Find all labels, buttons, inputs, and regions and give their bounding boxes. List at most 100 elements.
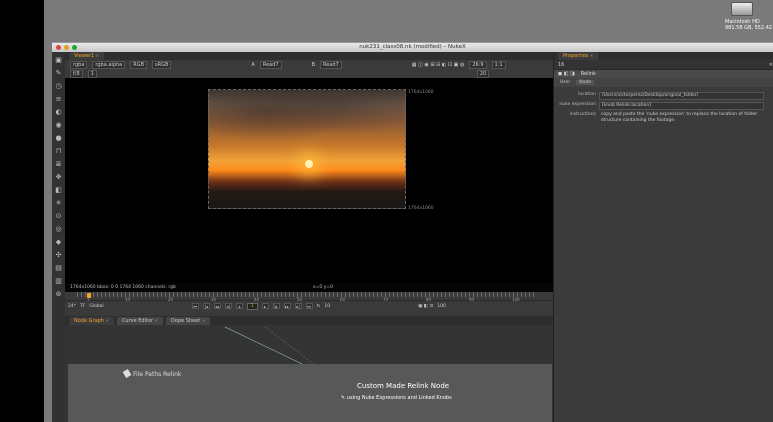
node-color-icon[interactable]: ◼ ◧ ◨	[558, 71, 575, 77]
expression-field[interactable]: [knob Relink.location]	[599, 102, 764, 110]
gain-field[interactable]: 1	[87, 69, 97, 78]
subtab-node[interactable]: Node	[576, 80, 595, 85]
current-frame-field[interactable]: 1	[246, 302, 258, 310]
format-label-bottom: 1764x1060	[408, 206, 434, 211]
tick-label: 100	[512, 297, 520, 302]
channel-tool-icon[interactable]: ≡	[54, 95, 63, 104]
transform-tool-icon[interactable]: ✥	[54, 173, 63, 182]
tf-dropdown[interactable]: TF	[80, 304, 85, 309]
lut-dropdown[interactable]: sRGB	[152, 60, 172, 69]
timeline: 1 10 20 30 40 50 60 70 80 90 100 24* TF …	[65, 292, 553, 316]
fstop-field[interactable]: f/8	[70, 69, 83, 78]
prev-frame-icon[interactable]: ◂|	[224, 303, 232, 309]
3d-tool-icon[interactable]: ◧	[54, 186, 63, 195]
zoom-field[interactable]: 20	[476, 69, 490, 78]
first-frame-icon[interactable]: ⏮	[191, 303, 199, 309]
tab-dope-sheet[interactable]: Dope Sheet ✕	[166, 316, 211, 325]
layers-tool-icon[interactable]: ≣	[54, 160, 63, 169]
keyer-tool-icon[interactable]: ●	[54, 134, 63, 143]
prev-keyframe-icon[interactable]: |◂	[202, 303, 210, 309]
close-icon[interactable]: ✕	[590, 53, 593, 58]
ruler-ticks	[77, 292, 535, 297]
next-frame-icon[interactable]: |▸	[272, 303, 280, 309]
sun	[305, 160, 313, 168]
properties-tabbar: Properties ✕	[554, 52, 773, 60]
close-icon[interactable]: ✕	[202, 318, 205, 323]
viewer-info-text: 1764x1060 bbox: 0 0 1764 1060 channels: …	[70, 285, 176, 290]
toolsets-tool-icon[interactable]: ✣	[54, 251, 63, 260]
viewer-controls-row2: f/8 1 20	[65, 69, 553, 78]
tab-node-graph[interactable]: Node Graph ✕	[69, 316, 114, 325]
node-graph-canvas[interactable]: File Paths Relink Custom Made Relink Nod…	[65, 325, 553, 422]
instructions-text: copy and paste the 'nuke expression' to …	[601, 112, 758, 123]
sticky-note-subtitle: ✎ using Nuke Expressions and Linked Knob…	[341, 395, 452, 401]
step-forward-icon[interactable]: ▸▸	[283, 303, 291, 309]
channels-dropdown[interactable]: rgba	[70, 60, 88, 69]
loop-icon[interactable]: ↻	[317, 304, 321, 309]
close-icon[interactable]: ✕	[106, 318, 109, 323]
lock-icon[interactable]: ▣ ◧ ⊡	[418, 304, 433, 309]
next-keyframe-icon[interactable]: ▸|	[294, 303, 302, 309]
location-field[interactable]: /Users/victorperez/Desktop/original_fold…	[599, 92, 764, 100]
close-icon[interactable]: ✕	[96, 53, 99, 58]
time-tool-icon[interactable]: ◷	[54, 82, 63, 91]
viewer-mode-icons[interactable]: ▦ ◫ ◉ ⊞ ⊟ ◐ ⊡ ▣ ◍	[412, 62, 465, 68]
furnace-tool-icon[interactable]: ⊛	[54, 290, 63, 299]
filter-tool-icon[interactable]: ◉	[54, 121, 63, 130]
step-field[interactable]: 10	[324, 304, 330, 309]
plugins-tool-icon[interactable]: ▥	[54, 277, 63, 286]
play-backward-icon[interactable]: ◂	[235, 303, 243, 309]
nuke-window: nuk231_class08.nk (modified) – NukeX ▣ ✎…	[52, 42, 773, 422]
proxy-dropdown[interactable]: 1:1	[491, 60, 506, 69]
range-dropdown[interactable]: Global	[89, 304, 103, 309]
tab-curve-editor[interactable]: Curve Editor ✕	[116, 316, 164, 325]
desktop-drive[interactable]: Macintosh HD 981.58 GB, 552.42 GB free	[725, 0, 773, 31]
backdrop-node[interactable]: File Paths Relink	[68, 364, 552, 422]
views-tool-icon[interactable]: ◎	[54, 225, 63, 234]
tick-label: 80	[426, 297, 432, 302]
tab-curve-editor-label: Curve Editor	[121, 317, 154, 324]
tab-viewer1[interactable]: Viewer1 ✕	[69, 52, 105, 60]
hard-drive-icon	[731, 2, 753, 16]
color-tool-icon[interactable]: ◐	[54, 108, 63, 117]
draw-tool-icon[interactable]: ✎	[54, 69, 63, 78]
input-a-dropdown[interactable]: Read7	[259, 60, 282, 69]
fps-field[interactable]: 24*	[68, 304, 76, 309]
display-dropdown[interactable]: RGB	[130, 60, 148, 69]
input-b-dropdown[interactable]: Read7	[320, 60, 342, 69]
sticky-note-title: Custom Made Relink Node	[357, 382, 450, 390]
metadata-tool-icon[interactable]: ◆	[54, 238, 63, 247]
format-label-top: 1764x1060	[408, 90, 434, 95]
other-tool-icon[interactable]: ▤	[54, 264, 63, 273]
playback-controls: 24* TF Global ⏮ |◂ ◂◂ ◂| ◂ 1 ▸ |▸ ▸▸ ▸| …	[65, 301, 553, 311]
node-count-field[interactable]: 16	[558, 62, 564, 68]
tick-label: 90	[469, 297, 475, 302]
knob-nuke-expression: nuke expression [knob Relink.location]	[554, 102, 773, 110]
tick-label: 10	[125, 297, 131, 302]
tick-label: 60	[340, 297, 346, 302]
deep-tool-icon[interactable]: ⊙	[54, 212, 63, 221]
subtab-user[interactable]: User	[557, 80, 573, 85]
clear-properties-icon[interactable]: ✕	[769, 62, 773, 68]
input-a-label: A	[251, 61, 255, 68]
connection-line	[264, 326, 316, 366]
viewer-viewport[interactable]: 1764x1060 1764x1060	[65, 78, 553, 283]
node-name-field[interactable]: Relink	[579, 71, 598, 77]
sticky-note-subtitle-text: using Nuke Expressions and Linked Knobs	[346, 395, 452, 401]
tab-properties[interactable]: Properties ✕	[558, 52, 599, 60]
particles-tool-icon[interactable]: ✳	[54, 199, 63, 208]
step-back-icon[interactable]: ◂◂	[213, 303, 221, 309]
last-frame-icon[interactable]: ⏭	[305, 303, 313, 309]
layer-dropdown[interactable]: rgba.alpha	[92, 60, 126, 69]
close-icon[interactable]: ✕	[155, 318, 158, 323]
viewer-info-bar: 1764x1060 bbox: 0 0 1764 1060 channels: …	[65, 283, 553, 292]
image-tool-icon[interactable]: ▣	[54, 56, 63, 65]
merge-tool-icon[interactable]: ⊓	[54, 147, 63, 156]
knobs-list: location /Users/victorperez/Desktop/orig…	[554, 87, 773, 124]
timeline-ruler[interactable]: 1 10 20 30 40 50 60 70 80 90 100	[65, 292, 553, 302]
end-frame-field[interactable]: 100	[437, 304, 446, 309]
play-forward-icon[interactable]: ▸	[261, 303, 269, 309]
input-b-label: B	[311, 61, 316, 68]
ratio-dropdown[interactable]: 26:9	[469, 60, 487, 69]
tick-label: 30	[211, 297, 217, 302]
